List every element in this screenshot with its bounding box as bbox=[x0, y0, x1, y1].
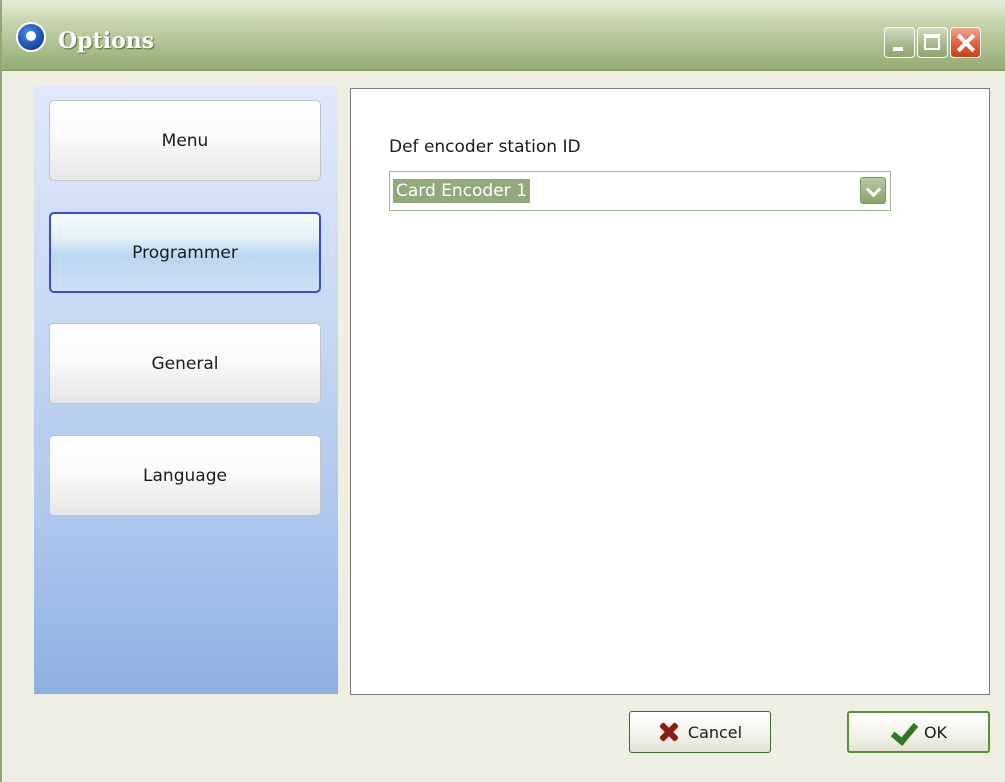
close-button[interactable] bbox=[950, 27, 981, 58]
chevron-down-icon[interactable] bbox=[860, 177, 886, 204]
app-icon bbox=[16, 22, 46, 52]
nav-item-label: Programmer bbox=[132, 242, 238, 263]
nav-item-programmer[interactable]: Programmer bbox=[49, 212, 321, 293]
options-nav-panel: Menu Programmer General Language bbox=[34, 86, 338, 694]
nav-item-language[interactable]: Language bbox=[49, 435, 321, 516]
encoder-station-label: Def encoder station ID bbox=[389, 137, 581, 157]
cancel-label: Cancel bbox=[687, 722, 743, 742]
nav-item-label: Language bbox=[143, 465, 227, 486]
cancel-button[interactable]: Cancel bbox=[629, 711, 771, 753]
nav-item-general[interactable]: General bbox=[49, 323, 321, 404]
nav-item-menu[interactable]: Menu bbox=[49, 100, 321, 181]
title-bar[interactable]: Options bbox=[2, 0, 1005, 71]
settings-content-panel: Def encoder station ID Card Encoder 1 bbox=[350, 88, 990, 695]
nav-item-label: Menu bbox=[161, 130, 209, 151]
options-window: Options Menu Programmer General Language… bbox=[0, 0, 1005, 782]
nav-item-label: General bbox=[151, 353, 219, 374]
window-title: Options bbox=[58, 28, 155, 54]
ok-button[interactable]: OK bbox=[847, 711, 990, 753]
encoder-station-select[interactable]: Card Encoder 1 bbox=[389, 171, 891, 211]
x-icon bbox=[658, 721, 680, 743]
maximize-button[interactable] bbox=[917, 27, 948, 58]
check-icon bbox=[890, 721, 916, 743]
encoder-station-value: Card Encoder 1 bbox=[393, 179, 530, 203]
minimize-button[interactable] bbox=[884, 27, 915, 58]
ok-label: OK bbox=[923, 722, 948, 742]
